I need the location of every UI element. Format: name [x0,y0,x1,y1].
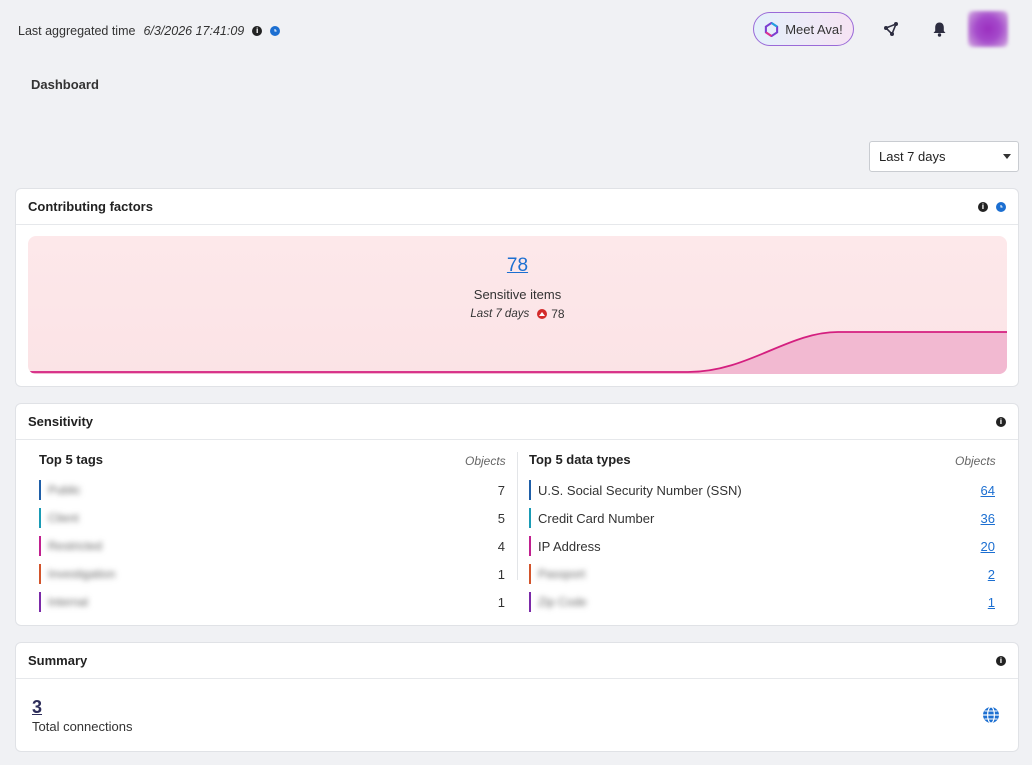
objects-column-header: Objects [955,454,996,468]
page-title: Dashboard [31,77,99,92]
card-header: Sensitivity i [16,404,1018,440]
contributing-factors-card: Contributing factors i 78 Sensitive item… [15,188,1019,387]
top-bar: Last aggregated time 6/3/2026 17:41:09 i… [0,0,1032,60]
total-connections-count[interactable]: 3 [32,697,42,718]
data-type-count-link[interactable]: 1 [988,595,995,610]
data-type-name: U.S. Social Security Number (SSN) [538,482,742,498]
column-divider [517,452,518,580]
total-connections-label: Total connections [32,719,133,734]
top-tags-title: Top 5 tags [39,452,104,467]
tag-count: 1 [497,566,505,582]
sensitivity-card: Sensitivity i Top 5 tags Objects Public … [15,403,1019,626]
tag-name: Internal [48,595,89,609]
objects-column-header: Objects [465,454,506,468]
data-type-row[interactable]: Passport 2 [529,564,995,584]
data-type-count-link[interactable]: 36 [981,511,995,526]
data-type-row[interactable]: Credit Card Number 36 [529,508,995,528]
tag-name: Client [48,511,79,525]
data-type-name: IP Address [538,538,601,554]
tag-count: 7 [497,482,505,498]
info-icon[interactable]: i [252,26,263,36]
ava-icon [765,21,779,37]
sensitive-items-label: Sensitive items [473,287,562,302]
clock-icon[interactable] [996,202,1006,212]
sensitive-items-count[interactable]: 78 [28,255,1007,277]
card-title: Sensitivity [28,414,94,429]
card-header: Contributing factors i [16,189,1018,225]
card-title: Summary [28,653,88,668]
tag-row[interactable]: Restricted 4 [39,536,505,556]
data-type-count-link[interactable]: 64 [981,483,995,498]
tag-name: Restricted [48,539,103,553]
data-type-row[interactable]: U.S. Social Security Number (SSN) 64 [529,480,995,500]
tag-color-bar [39,592,41,612]
trend-up-icon [537,309,548,319]
data-type-count-link[interactable]: 2 [988,567,995,582]
date-range-select[interactable]: Last 7 days [869,141,1019,172]
tag-row[interactable]: Public 7 [39,480,505,500]
sensitive-items-change: Last 7 days 78 [28,307,1007,321]
tag-count: 4 [497,538,505,554]
avatar[interactable] [968,11,1008,47]
tag-row[interactable]: Investigation 1 [39,564,505,584]
share-icon[interactable] [880,18,902,40]
clock-icon[interactable] [270,26,281,36]
meet-ava-button[interactable]: Meet Ava! [753,12,854,46]
chevron-down-icon [1003,154,1011,159]
data-type-color-bar [529,508,531,528]
aggregation-info: Last aggregated time 6/3/2026 17:41:09 i [18,24,281,38]
tag-name: Public [48,483,81,497]
data-type-count-link[interactable]: 20 [981,539,995,554]
card-header: Summary i [16,643,1018,679]
tag-row[interactable]: Internal 1 [39,592,505,612]
aggregated-time: 6/3/2026 17:41:09 [143,24,245,38]
tag-count: 1 [497,594,505,610]
data-type-color-bar [529,480,531,500]
data-type-color-bar [529,536,531,556]
data-type-row[interactable]: Zip Code 1 [529,592,995,612]
meet-ava-label: Meet Ava! [785,21,843,37]
top-data-types-title: Top 5 data types [529,452,631,467]
aggregated-label: Last aggregated time [18,24,136,38]
sensitive-items-panel: 78 Sensitive items Last 7 days 78 [28,236,1007,374]
summary-card: Summary i 3 Total connections [15,642,1019,752]
tag-color-bar [39,536,41,556]
data-type-name: Zip Code [538,595,587,609]
tag-color-bar [39,480,41,500]
card-title: Contributing factors [28,199,153,214]
tag-color-bar [39,564,41,584]
change-value: 78 [551,307,565,321]
data-type-color-bar [529,592,531,612]
tag-row[interactable]: Client 5 [39,508,505,528]
info-icon[interactable]: i [996,656,1006,666]
period-label: Last 7 days [470,308,530,320]
data-type-row[interactable]: IP Address 20 [529,536,995,556]
globe-icon[interactable] [982,706,1000,724]
info-icon[interactable]: i [978,202,988,212]
tag-color-bar [39,508,41,528]
data-type-name: Passport [538,567,586,581]
bell-icon[interactable] [928,18,950,40]
date-range-value: Last 7 days [879,149,946,164]
data-type-color-bar [529,564,531,584]
info-icon[interactable]: i [996,417,1006,427]
data-type-name: Credit Card Number [538,510,655,526]
tag-count: 5 [497,510,505,526]
tag-name: Investigation [48,567,116,581]
